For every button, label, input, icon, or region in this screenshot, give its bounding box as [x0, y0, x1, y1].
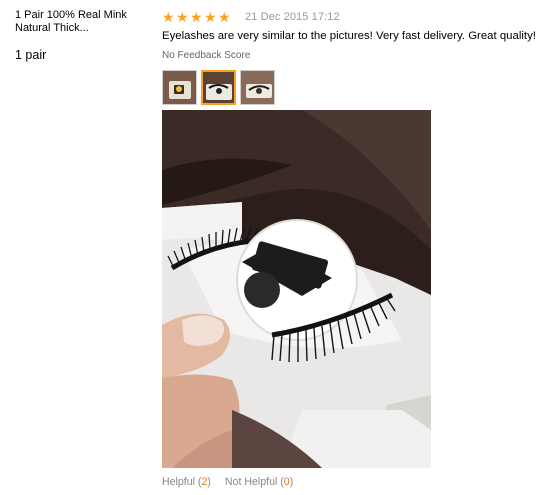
- product-variant: 1 pair: [15, 48, 47, 62]
- star-icon: ★: [162, 8, 175, 25]
- product-title-line-2[interactable]: Natural Thick...: [15, 22, 150, 35]
- helpful-link[interactable]: Helpful (2): [162, 476, 211, 488]
- product-info: 1 Pair 100% Real Mink Natural Thick... 1…: [15, 9, 150, 62]
- review-photo[interactable]: [162, 110, 431, 468]
- rating-row: ★ ★ ★ ★ ★ 21 Dec 2015 17:12: [162, 9, 542, 25]
- star-icon: ★: [176, 8, 189, 25]
- helpful-votes: Helpful (2) Not Helpful (0): [162, 476, 542, 488]
- not-helpful-link[interactable]: Not Helpful (0): [225, 476, 293, 488]
- star-icon: ★: [190, 8, 203, 25]
- review-date: 21 Dec 2015 17:12: [245, 11, 340, 23]
- review-text: Eyelashes are very similar to the pictur…: [162, 30, 536, 42]
- star-rating: ★ ★ ★ ★ ★: [162, 8, 231, 25]
- review-item: ★ ★ ★ ★ ★ 21 Dec 2015 17:12 Eyelashes ar…: [162, 9, 542, 488]
- review-thumbnail-1[interactable]: [162, 70, 197, 105]
- feedback-score-note: No Feedback Score: [162, 50, 251, 61]
- not-helpful-label[interactable]: Not Helpful: [225, 476, 277, 488]
- product-title-line-1[interactable]: 1 Pair 100% Real Mink: [15, 9, 150, 22]
- helpful-label[interactable]: Helpful: [162, 476, 195, 488]
- review-page: 1 Pair 100% Real Mink Natural Thick... 1…: [0, 0, 550, 495]
- helpful-count: 2: [201, 476, 208, 488]
- product-title[interactable]: 1 Pair 100% Real Mink Natural Thick...: [15, 9, 150, 35]
- review-thumbnail-3[interactable]: [240, 70, 275, 105]
- review-thumbnail-2[interactable]: [201, 70, 236, 105]
- star-icon: ★: [218, 8, 231, 25]
- star-icon: ★: [204, 8, 217, 25]
- not-helpful-count: 0: [283, 476, 290, 488]
- review-thumbnails: [162, 70, 542, 105]
